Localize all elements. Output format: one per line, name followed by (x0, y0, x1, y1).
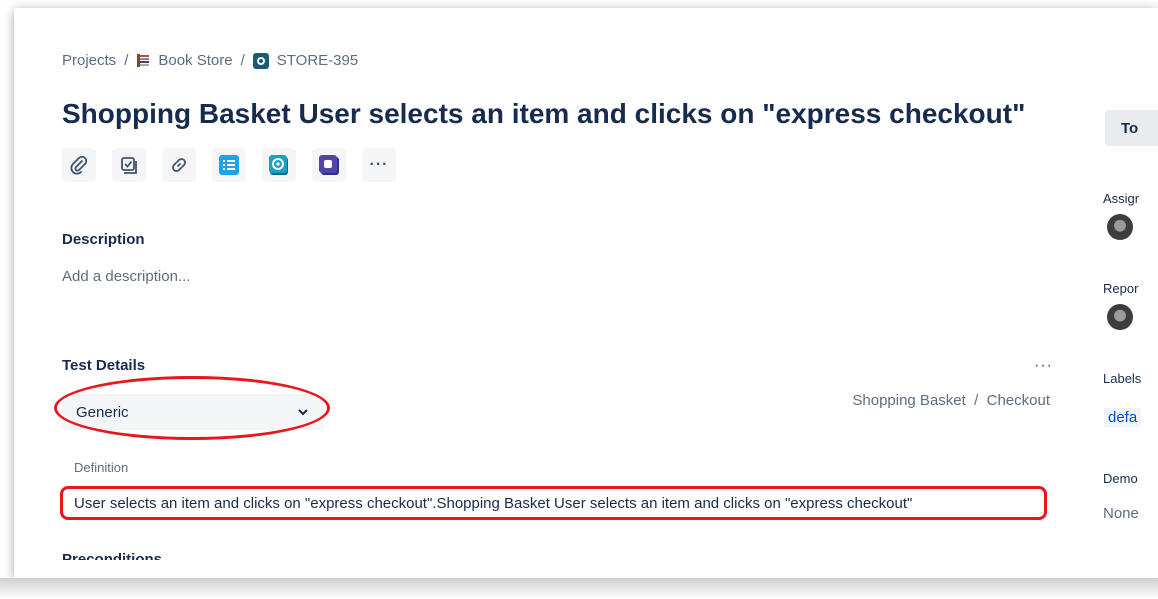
chevron-down-icon (298, 409, 308, 416)
test-type-select[interactable]: Generic (62, 394, 324, 430)
page-shadow (0, 578, 1158, 599)
reporter-avatar[interactable] (1107, 304, 1133, 330)
app-button[interactable] (312, 148, 346, 182)
child-issue-button[interactable] (112, 148, 146, 182)
list-app-icon (219, 155, 239, 175)
labels-label: Labels (1103, 371, 1142, 386)
label-tag[interactable]: defa (1104, 408, 1142, 427)
more-icon: ··· (369, 156, 389, 173)
description-heading: Description (62, 231, 145, 248)
breadcrumb-issue-key[interactable]: STORE-395 (277, 52, 358, 69)
link-issue-button[interactable] (162, 148, 196, 182)
xray-app-icon (269, 155, 288, 175)
issue-view: Projects / Book Store / STORE-395 Shoppi… (14, 8, 1158, 578)
definition-field[interactable]: User selects an item and clicks on "expr… (60, 486, 1047, 520)
xray-app-button[interactable] (262, 148, 296, 182)
description-placeholder[interactable]: Add a description... (62, 268, 190, 285)
repository-path[interactable]: Shopping Basket / Checkout (852, 392, 1050, 409)
assignee-label: Assigr (1103, 191, 1140, 206)
status-button[interactable]: To (1105, 110, 1158, 146)
list-app-button[interactable] (212, 148, 246, 182)
test-details-more-button[interactable]: ··· (1034, 357, 1053, 375)
reporter-label: Repor (1103, 281, 1139, 296)
demo-label: Demo (1103, 471, 1138, 486)
breadcrumb-separator: / (124, 52, 129, 69)
definition-value: User selects an item and clicks on "expr… (74, 494, 913, 512)
book-icon (136, 53, 150, 68)
more-actions-button[interactable]: ··· (362, 148, 396, 182)
definition-label: Definition (74, 460, 129, 475)
paperclip-icon (70, 155, 88, 175)
breadcrumb-separator: / (240, 52, 245, 69)
checklist-icon (121, 157, 137, 174)
breadcrumb-project[interactable]: Book Store (158, 52, 232, 69)
issue-toolbar: ··· (62, 148, 396, 182)
preconditions-heading: Preconditions (62, 551, 163, 560)
breadcrumb-projects[interactable]: Projects (62, 52, 116, 69)
issue-title[interactable]: Shopping Basket User selects an item and… (62, 98, 1025, 130)
app-icon (319, 155, 339, 175)
link-icon (172, 158, 186, 172)
test-type-value: Generic (76, 403, 129, 421)
test-details-heading: Test Details (62, 357, 146, 374)
test-issue-icon (252, 52, 269, 69)
demo-value[interactable]: None (1103, 505, 1139, 522)
breadcrumb: Projects / Book Store / STORE-395 (62, 52, 358, 69)
attach-button[interactable] (62, 148, 96, 182)
assignee-avatar[interactable] (1107, 214, 1133, 240)
